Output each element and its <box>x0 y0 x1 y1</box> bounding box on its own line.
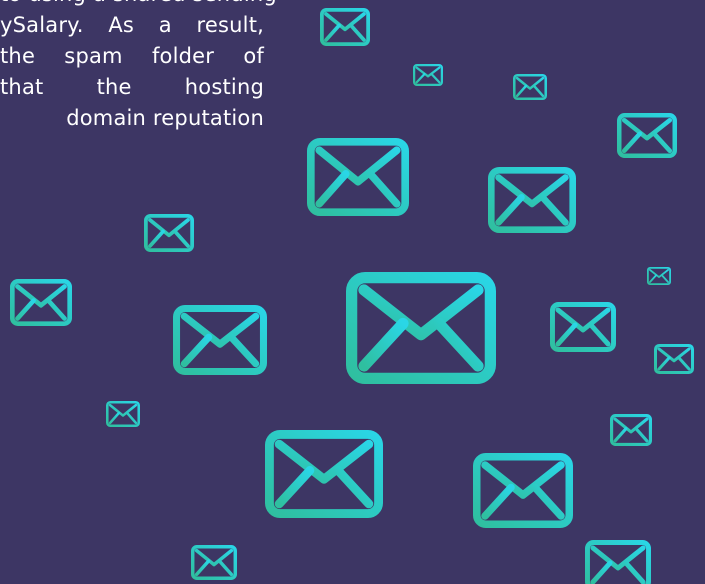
text-line-1: ySalary. As a result, <box>0 13 264 37</box>
envelope-icon <box>190 544 237 580</box>
envelope-fold-left <box>194 559 211 577</box>
illustration-stage: to using a shared sending ySalary. As a … <box>0 0 705 584</box>
envelope-fold-left <box>358 317 409 372</box>
envelope-flap <box>648 268 670 278</box>
envelope-fold-left <box>613 427 628 443</box>
envelope-fold-right <box>125 411 138 425</box>
envelope-flap <box>358 284 484 341</box>
envelope-fold-right <box>660 274 670 284</box>
text-line-3: that the hosting <box>0 75 264 99</box>
envelope-flap <box>590 545 646 571</box>
envelope-fold-left <box>657 356 671 371</box>
envelope-icon <box>173 305 267 376</box>
envelope-flap <box>324 12 366 32</box>
envelope-fold-right <box>349 23 366 42</box>
envelope-flap <box>495 174 569 208</box>
envelope-fold-right <box>651 131 673 154</box>
envelope-fold-right <box>333 466 374 509</box>
envelope-icon <box>646 266 672 286</box>
envelope-fold-right <box>634 427 649 443</box>
envelope-fold-right <box>430 72 441 84</box>
envelope-flap <box>148 218 190 238</box>
envelope-flap <box>515 76 545 90</box>
envelope-fold-left <box>148 229 165 248</box>
envelope-fold-left <box>274 466 315 509</box>
envelope-fold-left <box>648 274 658 284</box>
envelope-icon <box>549 301 616 352</box>
envelope-fold-right <box>532 84 545 98</box>
envelope-fold-right <box>677 356 691 371</box>
envelope-fold-right <box>366 170 401 208</box>
envelope-fold-left <box>555 322 578 347</box>
envelope-fold-left <box>590 560 613 584</box>
envelope-flap <box>613 417 649 434</box>
article-text-fragment: to using a shared sending ySalary. As a … <box>0 0 277 134</box>
envelope-flap <box>194 548 234 567</box>
envelope-icon <box>306 137 409 216</box>
text-line-0: to using a shared sending <box>0 0 277 10</box>
envelope-fold-left <box>515 84 528 98</box>
envelope-fold-left <box>415 72 426 84</box>
envelope-flap <box>274 439 374 484</box>
envelope-icon <box>512 73 548 101</box>
envelope-icon <box>585 540 651 584</box>
envelope-fold-right <box>531 483 565 520</box>
envelope-flap <box>315 146 401 186</box>
envelope-icon <box>265 430 384 519</box>
envelope-flap <box>15 284 67 308</box>
envelope-fold-right <box>217 559 234 577</box>
text-line-2: the spam folder of <box>0 44 264 68</box>
envelope-icon <box>413 64 443 86</box>
envelope-icon <box>617 113 677 158</box>
envelope-fold-right <box>173 229 190 248</box>
envelope-fold-left <box>15 298 36 321</box>
envelope-fold-left <box>495 194 525 226</box>
envelope-fold-right <box>539 194 569 226</box>
envelope-fold-left <box>108 411 121 425</box>
envelope-fold-right <box>433 317 484 372</box>
text-line-4: domain reputation <box>66 106 264 130</box>
envelope-fold-right <box>46 298 67 321</box>
envelope-flap <box>108 403 138 417</box>
envelope-icon <box>346 272 496 384</box>
envelope-fold-right <box>623 560 646 584</box>
envelope-icon <box>654 344 694 374</box>
envelope-fold-right <box>227 333 260 368</box>
envelope-flap <box>621 117 673 141</box>
envelope-icon <box>9 278 72 326</box>
envelope-flap <box>555 307 611 333</box>
envelope-fold-left <box>315 170 350 208</box>
envelope-icon <box>473 453 573 528</box>
envelope-icon <box>320 8 370 46</box>
envelope-icon <box>105 400 141 428</box>
envelope-flap <box>481 461 565 499</box>
envelope-fold-left <box>324 23 341 42</box>
envelope-icon <box>144 214 194 252</box>
envelope-fold-right <box>588 322 611 347</box>
envelope-flap <box>415 66 441 78</box>
envelope-fold-left <box>481 483 515 520</box>
envelope-icon <box>487 166 577 234</box>
envelope-icon <box>610 414 652 447</box>
envelope-fold-left <box>621 131 643 154</box>
envelope-fold-left <box>180 333 213 368</box>
envelope-flap <box>180 312 260 348</box>
envelope-flap <box>657 347 691 363</box>
